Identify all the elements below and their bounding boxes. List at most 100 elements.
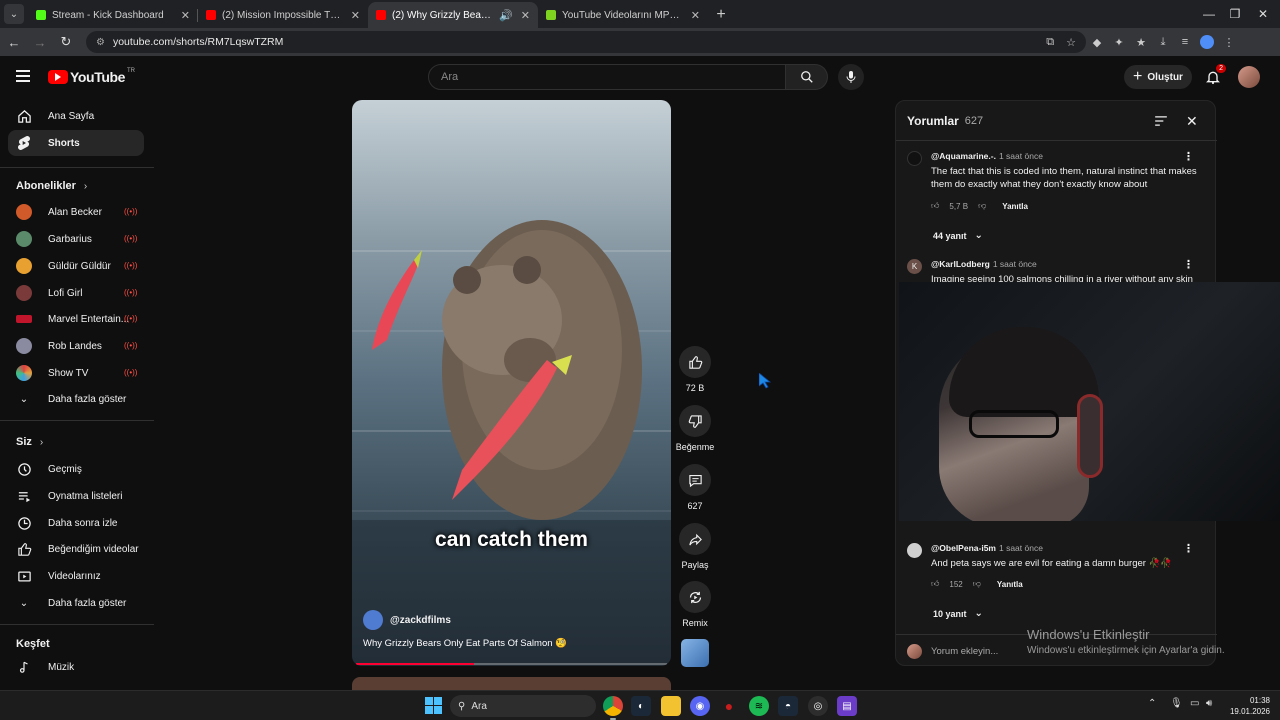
comment-author[interactable]: @Aquamarine.-. 1 saat önce [931, 151, 1043, 161]
forward-icon[interactable]: → [28, 30, 52, 54]
volume-icon[interactable]: 🔊︎ [1206, 698, 1212, 709]
discord-taskbar-icon[interactable]: ◉ [690, 696, 710, 716]
microphone-tray-icon[interactable]: 🎙︎ [1170, 698, 1183, 709]
dislike-button[interactable] [679, 405, 711, 437]
spotify-taskbar-icon[interactable]: ≋ [749, 696, 769, 716]
downloads-icon[interactable]: ⤓ [1152, 31, 1174, 53]
sidebar-item-shorts[interactable]: Shorts [8, 130, 144, 156]
bookmark-star-icon[interactable]: ☆ [1066, 36, 1076, 49]
sidebar-item-garbarius[interactable]: Garbarius ((•)) [8, 226, 144, 252]
network-icon[interactable]: ▭ [1190, 698, 1199, 709]
tab-search-button[interactable]: ⌄ [4, 4, 24, 24]
more-options-icon[interactable]: ⋮ [1183, 258, 1194, 271]
sidebar-item-music[interactable]: Müzik [8, 654, 144, 680]
sidebar-item-marvel[interactable]: Marvel Entertain... ((•)) [8, 306, 144, 332]
video-progress-bar[interactable] [356, 663, 667, 665]
comment-author[interactable]: @KarlLodberg 1 saat önce [931, 259, 1037, 269]
search-button[interactable] [786, 64, 828, 90]
browser-tab-4[interactable]: YouTube Videolarını MP4 Dosy ✕ [538, 2, 708, 28]
new-tab-button[interactable]: + [708, 2, 734, 28]
sidebar-show-more[interactable]: ⌄ Daha fazla göster [8, 386, 144, 412]
bookmarks-icon[interactable]: ★ [1130, 31, 1152, 53]
clipchamp-taskbar-icon[interactable]: ▤ [837, 696, 857, 716]
profile-icon[interactable] [1196, 31, 1218, 53]
sidebar-item-alan-becker[interactable]: Alan Becker ((•)) [8, 199, 144, 225]
browser-tab-2[interactable]: (2) Mission Impossible Theme ( ✕ [198, 2, 368, 28]
opera-gx-taskbar-icon[interactable]: ● [719, 696, 739, 716]
taskbar-search[interactable]: ⚲ Ara [450, 695, 596, 717]
cast-icon[interactable]: ⧉ [1046, 36, 1054, 49]
sidebar-item-liked-videos[interactable]: Beğendiğim videolar [8, 536, 144, 562]
liked-icon [16, 541, 32, 557]
next-short-preview[interactable] [352, 677, 671, 691]
sidebar-item-rob-landes[interactable]: Rob Landes ((•)) [8, 333, 144, 359]
tray-overflow-icon[interactable]: ⌃ [1148, 698, 1156, 709]
browser-tab-3[interactable]: (2) Why Grizzly Bears Only E 🔊 ✕ [368, 2, 538, 28]
commenter-avatar[interactable] [907, 151, 922, 166]
speaker-icon[interactable]: 🔊 [499, 9, 513, 22]
create-button[interactable]: + Oluştur [1124, 65, 1192, 89]
comment-dislike-icon[interactable]: 👎︎ [973, 579, 981, 589]
back-icon[interactable]: ← [2, 30, 26, 54]
close-tab-icon[interactable]: ✕ [521, 9, 530, 22]
steam-2-taskbar-icon[interactable]: ◓ [778, 696, 798, 716]
view-replies-button[interactable]: 44 yanıt ⌄ [933, 230, 983, 241]
close-tab-icon[interactable]: ✕ [181, 9, 190, 22]
sort-icon[interactable] [1154, 114, 1168, 132]
remix-button[interactable] [679, 581, 711, 613]
shorts-video-player[interactable]: can catch them @zackdfilms Why Grizzly B… [352, 100, 671, 666]
search-input[interactable] [441, 71, 785, 83]
close-window-icon[interactable]: ✕ [1246, 0, 1280, 28]
close-tab-icon[interactable]: ✕ [351, 9, 360, 22]
file-explorer-icon[interactable] [661, 696, 681, 716]
reply-button[interactable]: Yanıtla [1002, 202, 1028, 211]
close-icon[interactable]: ✕ [1186, 113, 1198, 130]
media-control-icon[interactable]: ≡ [1174, 31, 1196, 53]
extension-icon[interactable]: ◆ [1086, 31, 1108, 53]
subscriptions-heading[interactable]: Abonelikler › [16, 180, 87, 192]
sidebar-item-playlists[interactable]: Oynatma listeleri [8, 483, 144, 509]
sidebar-show-more-2[interactable]: ⌄ Daha fazla göster [8, 590, 144, 616]
commenter-avatar[interactable] [907, 543, 922, 558]
browser-menu-icon[interactable]: ⋮ [1218, 31, 1240, 53]
sidebar-item-your-videos[interactable]: Videolarınız [8, 563, 144, 589]
reload-icon[interactable]: ↻ [54, 30, 78, 54]
sidebar-item-watch-later[interactable]: Daha sonra izle [8, 510, 144, 536]
comment-dislike-icon[interactable]: 👎︎ [978, 201, 986, 211]
comment-like-icon[interactable]: 👍︎ [931, 201, 939, 211]
sidebar-item-guldur-guldur[interactable]: Güldür Güldür ((•)) [8, 253, 144, 279]
windows-start-icon[interactable] [425, 697, 442, 714]
you-heading[interactable]: Siz › [16, 436, 43, 448]
like-button[interactable] [679, 346, 711, 378]
close-tab-icon[interactable]: ✕ [691, 9, 700, 22]
steam-taskbar-icon[interactable]: ◐ [631, 696, 651, 716]
account-avatar[interactable] [1238, 66, 1260, 88]
comment-like-icon[interactable]: 👍︎ [931, 579, 939, 589]
voice-search-button[interactable] [838, 64, 864, 90]
sidebar-item-history[interactable]: Geçmiş [8, 456, 144, 482]
video-channel[interactable]: @zackdfilms [363, 610, 451, 630]
more-options-icon[interactable]: ⋮ [1183, 150, 1194, 163]
menu-icon[interactable] [16, 70, 30, 82]
commenter-avatar[interactable]: K [907, 259, 922, 274]
youtube-logo[interactable]: YouTube TR [48, 68, 135, 85]
sound-thumbnail[interactable] [681, 639, 709, 667]
comment-author[interactable]: @ObelPena-i5m 1 saat önce [931, 543, 1043, 553]
more-options-icon[interactable]: ⋮ [1183, 542, 1194, 555]
taskbar-clock[interactable]: 01:38 19.01.2026 [1226, 695, 1270, 717]
reply-button[interactable]: Yanıtla [997, 580, 1023, 589]
address-bar[interactable]: ⚙ youtube.com/shorts/RM7LqswTZRM ⧉ ☆ [86, 31, 1086, 53]
obs-taskbar-icon[interactable]: ◎ [808, 696, 828, 716]
chrome-taskbar-icon[interactable] [603, 696, 623, 720]
site-info-icon[interactable]: ⚙ [96, 37, 105, 48]
video-title[interactable]: Why Grizzly Bears Only Eat Parts Of Salm… [363, 638, 567, 649]
sidebar-item-show-tv[interactable]: Show TV ((•)) [8, 360, 144, 386]
sidebar-item-home[interactable]: Ana Sayfa [8, 103, 144, 129]
browser-tab-1[interactable]: Stream - Kick Dashboard ✕ [28, 2, 198, 28]
share-button[interactable] [679, 523, 711, 555]
comments-button[interactable] [679, 464, 711, 496]
extensions-puzzle-icon[interactable]: ✦ [1108, 31, 1130, 53]
view-replies-button[interactable]: 10 yanıt ⌄ [933, 608, 983, 619]
notifications-button[interactable]: 2 [1202, 64, 1226, 88]
sidebar-item-lofi-girl[interactable]: Lofi Girl ((•)) [8, 280, 144, 306]
